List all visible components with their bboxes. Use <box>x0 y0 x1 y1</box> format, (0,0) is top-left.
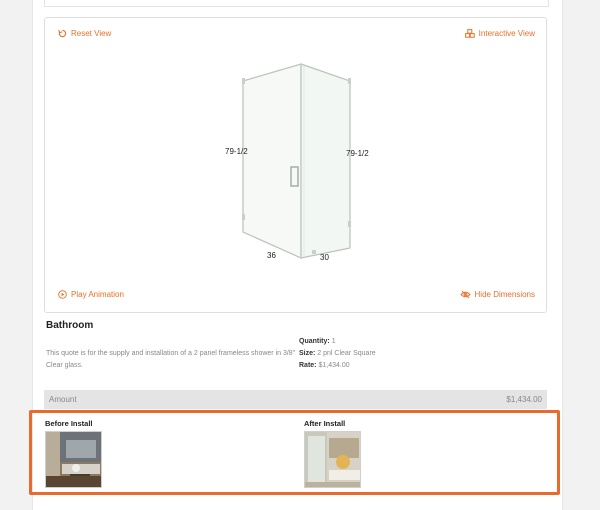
after-install-photo[interactable] <box>304 431 361 488</box>
rate-value: $1,434.00 <box>318 362 350 369</box>
before-install-photo[interactable] <box>45 431 102 488</box>
quantity-row: Quantity: 1 <box>299 336 376 348</box>
right-glass-panel <box>300 63 351 259</box>
eye-slash-icon <box>459 290 471 299</box>
rate-row: Rate: $1,434.00 <box>299 360 376 372</box>
size-label: Size: <box>299 350 316 357</box>
install-photos-highlight <box>29 410 560 495</box>
quantity-label: Quantity: <box>299 338 330 345</box>
quote-specs: Quantity: 1 Size: 2 pnl Clear Square Rat… <box>299 336 376 372</box>
bottom-hinge <box>242 214 245 220</box>
size-row: Size: 2 pnl Clear Square <box>299 348 376 360</box>
amount-label: Amount <box>49 395 77 404</box>
shower-drawing <box>242 63 351 259</box>
quote-title: Bathroom <box>46 320 94 331</box>
top-clip <box>348 78 351 84</box>
top-hinge <box>242 78 245 84</box>
quantity-value: 1 <box>331 338 336 345</box>
play-animation-link[interactable]: Play Animation <box>58 290 124 299</box>
hide-dimensions-link[interactable]: Hide Dimensions <box>459 290 535 299</box>
bottom-clip <box>348 221 351 227</box>
previous-section-border <box>44 0 549 7</box>
amount-bar: Amount $1,434.00 <box>44 390 547 409</box>
shower-3d-viewer[interactable]: Reset View Interactive View 79-1/2 79-1/… <box>44 17 547 313</box>
quote-description: This quote is for the supply and install… <box>46 350 296 369</box>
width-dimension: 36 <box>267 251 276 260</box>
size-value: 2 pnl Clear Square <box>317 350 376 357</box>
play-animation-label: Play Animation <box>71 290 124 299</box>
depth-dimension: 30 <box>320 253 329 262</box>
right-height-dimension: 79-1/2 <box>346 149 369 158</box>
left-glass-panel <box>242 63 302 259</box>
play-icon <box>58 290 67 299</box>
amount-value: $1,434.00 <box>506 395 542 404</box>
left-height-dimension: 79-1/2 <box>225 147 248 156</box>
rate-label: Rate: <box>299 362 317 369</box>
before-install-label: Before Install <box>45 419 93 428</box>
floor-clip <box>312 250 316 254</box>
after-install-label: After Install <box>304 419 346 428</box>
hide-dimensions-label: Hide Dimensions <box>474 290 535 299</box>
